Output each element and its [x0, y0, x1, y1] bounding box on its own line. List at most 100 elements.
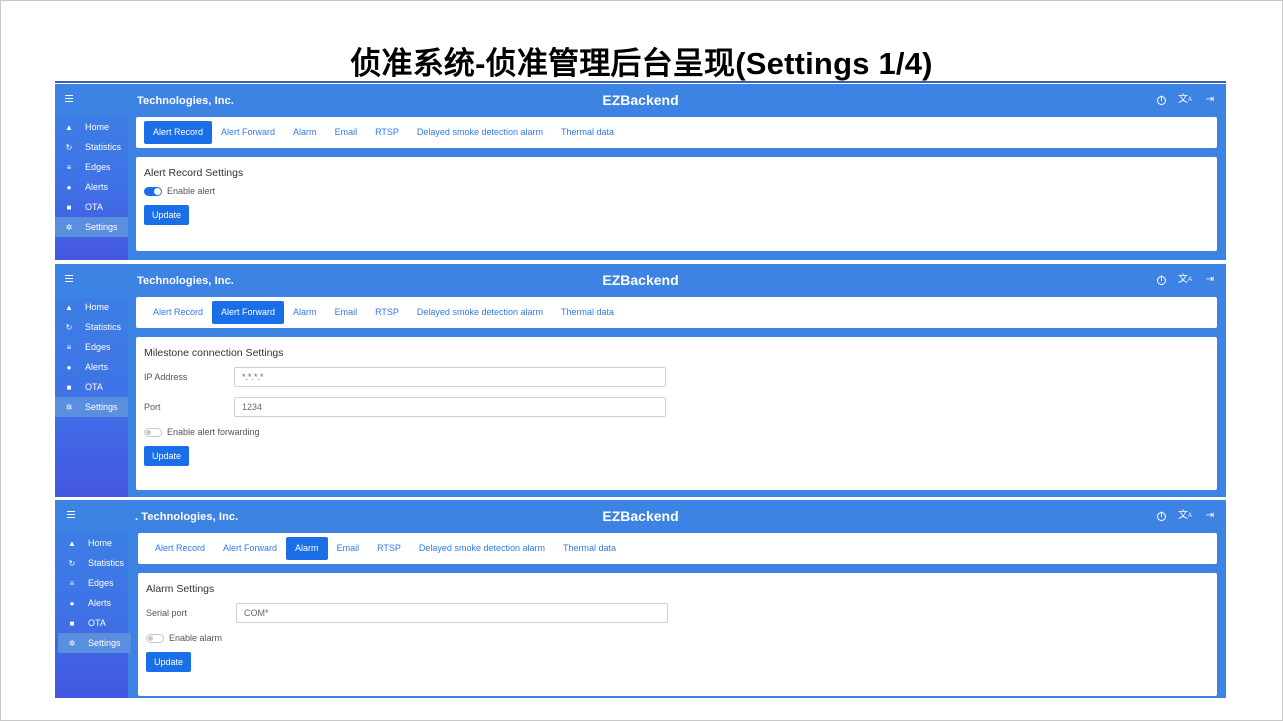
top-bar: Technologies, Inc. EZBackend i 文A ⇥ — [55, 264, 1226, 298]
tab-delayed-smoke[interactable]: Delayed smoke detection alarm — [410, 537, 554, 560]
tab-delayed-smoke[interactable]: Delayed smoke detection alarm — [408, 301, 552, 324]
top-bar: Technologies, Inc. EZBackend i 文A ⇥ — [55, 84, 1226, 118]
file-icon: ■ — [69, 618, 75, 628]
sidebar-item-statistics[interactable]: ↻ Statistics — [55, 317, 128, 337]
toggle-label: Enable alert — [167, 186, 216, 196]
translate-icon[interactable]: 文A — [1178, 94, 1192, 106]
logout-icon[interactable]: ⇥ — [1204, 274, 1216, 286]
sidebar-item-settings[interactable]: ✲ Settings — [58, 633, 131, 653]
home-icon: ▲ — [65, 302, 73, 312]
tab-alarm[interactable]: Alarm — [286, 537, 328, 560]
sidebar-nav: ▲ Home ↻ Statistics ≡ Edges ● Alerts ■ OTA ✲ S… — [55, 117, 128, 237]
sidebar-item-statistics[interactable]: ↻ Statistics — [58, 553, 131, 573]
tab-email[interactable]: Email — [328, 537, 369, 560]
refresh-icon: ↻ — [65, 142, 73, 152]
info-icon[interactable]: i — [1157, 275, 1166, 285]
home-icon: ▲ — [65, 122, 73, 132]
screenshot-alarm: . Technologies, Inc. EZBackend i 文A ⇥ ▲ H… — [55, 500, 1226, 698]
list-icon: ≡ — [66, 342, 72, 352]
alarm-settings-card: Alarm Settings Serial port COM* Enable a… — [138, 573, 1217, 696]
sidebar-item-ota[interactable]: ■ OTA — [55, 377, 128, 397]
sidebar-item-edges[interactable]: ≡ Edges — [55, 337, 128, 357]
sidebar-item-settings[interactable]: ✲ Settings — [55, 217, 128, 237]
sidebar-item-alerts[interactable]: ● Alerts — [55, 357, 128, 377]
sidebar-item-home[interactable]: ▲ Home — [58, 533, 131, 553]
update-button[interactable]: Update — [144, 446, 190, 466]
refresh-icon: ↻ — [65, 322, 73, 332]
toggle-label: Enable alert forwarding — [167, 427, 260, 437]
app-name: EZBackend — [602, 272, 679, 288]
translate-icon[interactable]: 文A — [1178, 510, 1192, 522]
ip-address-input[interactable]: *.*.*.* — [234, 367, 666, 387]
sidebar-item-alerts[interactable]: ● Alerts — [55, 177, 128, 197]
tab-alarm[interactable]: Alarm — [284, 301, 326, 324]
list-icon: ≡ — [69, 578, 75, 588]
sidebar-nav: ▲ Home ↻ Statistics ≡ Edges ● Alerts ■ OTA ✲ S… — [55, 297, 128, 417]
logout-icon[interactable]: ⇥ — [1204, 94, 1216, 106]
gear-icon: ✲ — [65, 222, 73, 232]
translate-icon[interactable]: 文A — [1178, 274, 1192, 286]
settings-tabs: Alert Record Alert Forward Alarm Email R… — [136, 297, 1217, 328]
list-icon: ≡ — [66, 162, 72, 172]
update-button[interactable]: Update — [144, 205, 190, 225]
screenshot-alert-record: Technologies, Inc. EZBackend i 文A ⇥ ▲ Hom… — [55, 84, 1226, 260]
tab-alert-forward[interactable]: Alert Forward — [212, 301, 285, 324]
milestone-settings-card: Milestone connection Settings IP Address… — [136, 337, 1217, 490]
tab-alert-forward[interactable]: Alert Forward — [212, 121, 284, 144]
section-title: Milestone connection Settings — [144, 347, 284, 359]
section-title: Alarm Settings — [146, 583, 215, 595]
tab-alarm[interactable]: Alarm — [284, 121, 326, 144]
port-input[interactable]: 1234 — [234, 397, 666, 417]
tab-thermal-data[interactable]: Thermal data — [552, 121, 623, 144]
enable-alarm-toggle[interactable] — [146, 633, 164, 643]
sidebar-item-edges[interactable]: ≡ Edges — [58, 573, 131, 593]
alert-record-card: Alert Record Settings Enable alert Updat… — [136, 157, 1217, 251]
serial-port-input[interactable]: COM* — [236, 603, 668, 623]
sidebar-item-home[interactable]: ▲ Home — [55, 297, 128, 317]
logout-icon[interactable]: ⇥ — [1204, 510, 1216, 522]
tab-thermal-data[interactable]: Thermal data — [552, 301, 623, 324]
info-icon[interactable]: i — [1157, 511, 1166, 521]
gear-icon: ✲ — [65, 402, 73, 412]
sidebar-item-home[interactable]: ▲ Home — [55, 117, 128, 137]
enable-alert-toggle[interactable] — [144, 186, 162, 196]
tab-email[interactable]: Email — [326, 121, 367, 144]
tab-email[interactable]: Email — [326, 301, 367, 324]
tab-rtsp[interactable]: RTSP — [368, 537, 410, 560]
enable-alert-forwarding-toggle[interactable] — [144, 427, 162, 437]
tab-alert-record[interactable]: Alert Record — [146, 537, 214, 560]
screenshot-alert-forward: Technologies, Inc. EZBackend i 文A ⇥ ▲ Hom… — [55, 264, 1226, 497]
toggle-label: Enable alarm — [169, 633, 223, 643]
bell-icon: ● — [66, 362, 72, 372]
sidebar-item-ota[interactable]: ■ OTA — [58, 613, 131, 633]
settings-tabs: Alert Record Alert Forward Alarm Email R… — [136, 117, 1217, 148]
tab-rtsp[interactable]: RTSP — [366, 121, 408, 144]
bell-icon: ● — [69, 598, 75, 608]
sidebar-nav: ▲ Home ↻ Statistics ≡ Edges ● Alerts ■ OTA ✲ S… — [58, 533, 131, 653]
title-divider — [55, 81, 1226, 83]
serial-port-label: Serial port — [146, 608, 188, 618]
settings-tabs: Alert Record Alert Forward Alarm Email R… — [138, 533, 1217, 564]
ip-address-label: IP Address — [144, 372, 188, 382]
sidebar-item-ota[interactable]: ■ OTA — [55, 197, 128, 217]
tab-alert-record[interactable]: Alert Record — [144, 121, 213, 144]
app-name: EZBackend — [602, 508, 679, 524]
info-icon[interactable]: i — [1157, 95, 1166, 105]
sidebar-item-edges[interactable]: ≡ Edges — [55, 157, 128, 177]
tab-alert-forward[interactable]: Alert Forward — [214, 537, 286, 560]
tab-delayed-smoke[interactable]: Delayed smoke detection alarm — [408, 121, 552, 144]
port-label: Port — [144, 402, 161, 412]
tab-thermal-data[interactable]: Thermal data — [554, 537, 625, 560]
tab-alert-record[interactable]: Alert Record — [144, 301, 212, 324]
sidebar-item-settings[interactable]: ✲ Settings — [55, 397, 128, 417]
sidebar-item-statistics[interactable]: ↻ Statistics — [55, 137, 128, 157]
file-icon: ■ — [66, 382, 72, 392]
file-icon: ■ — [66, 202, 72, 212]
tab-rtsp[interactable]: RTSP — [366, 301, 408, 324]
top-bar: . Technologies, Inc. EZBackend i 文A ⇥ — [55, 500, 1226, 534]
update-button[interactable]: Update — [146, 652, 192, 672]
refresh-icon: ↻ — [68, 558, 76, 568]
sidebar-item-alerts[interactable]: ● Alerts — [58, 593, 131, 613]
slide-title: 侦准系统-侦准管理后台呈现(Settings 1/4) — [350, 46, 933, 81]
app-name: EZBackend — [602, 92, 679, 108]
